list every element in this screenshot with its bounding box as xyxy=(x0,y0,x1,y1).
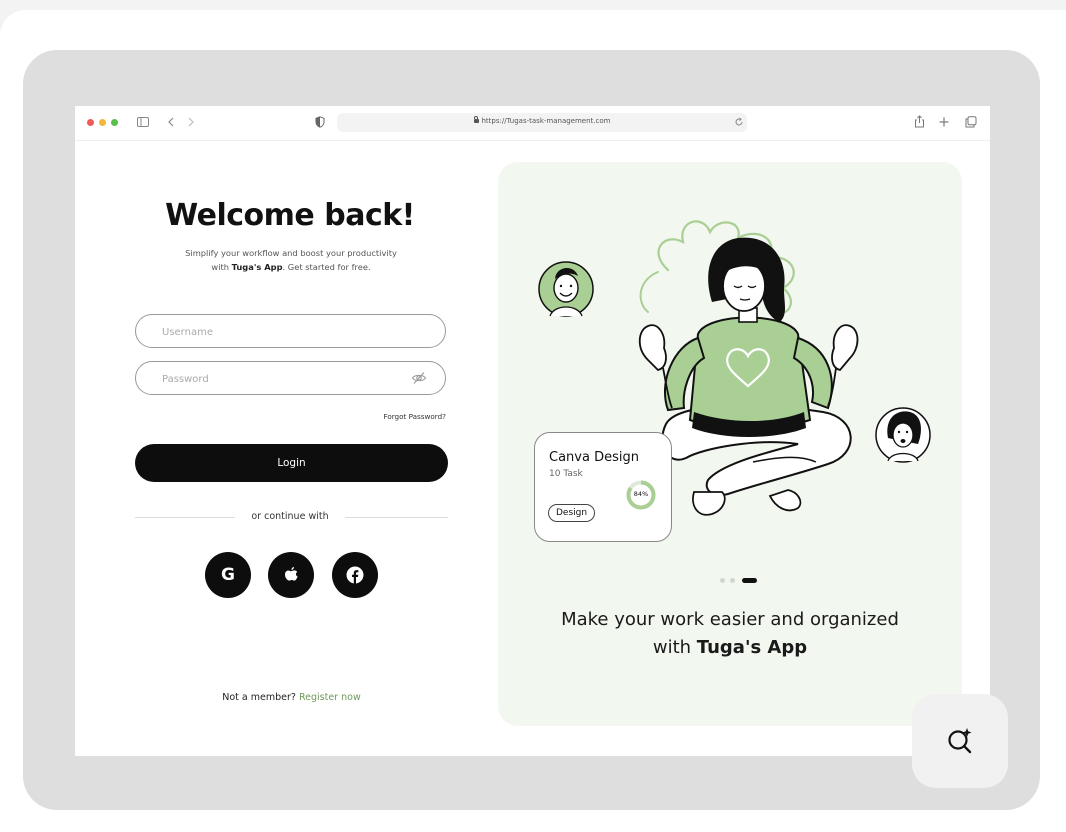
sparkle-search-icon xyxy=(948,728,972,754)
divider-right xyxy=(345,517,448,518)
address-bar[interactable]: https://Tugas-task-management.com xyxy=(337,113,747,132)
apple-icon xyxy=(285,567,298,581)
divider-text: or continue with xyxy=(251,511,329,522)
google-icon: G xyxy=(221,565,235,585)
browser-window: https://Tugas-task-management.com Welcom… xyxy=(75,106,990,756)
page-title: Welcome back! xyxy=(165,198,415,233)
subtitle-brand: Tuga's App xyxy=(231,262,283,272)
browser-toolbar: https://Tugas-task-management.com xyxy=(75,106,990,141)
progress-ring-label: 84% xyxy=(633,490,649,498)
avatar-woman-icon xyxy=(875,407,931,463)
username-input[interactable] xyxy=(160,323,414,341)
task-card-title: Canva Design xyxy=(549,450,639,465)
subtitle-prefix: with xyxy=(211,262,230,272)
task-card[interactable]: Canva Design 10 Task 84% Design xyxy=(534,432,672,542)
page-subtitle: Simplify your workflow and boost your pr… xyxy=(150,246,432,274)
maximize-window-dot[interactable] xyxy=(111,119,118,126)
shield-icon[interactable] xyxy=(315,116,325,128)
back-icon[interactable] xyxy=(167,117,175,127)
url-value: https://Tugas-task-management.com xyxy=(481,117,611,125)
forward-icon[interactable] xyxy=(187,117,195,127)
forgot-password-link[interactable]: Forgot Password? xyxy=(325,412,446,421)
tagline-brand: Tuga's App xyxy=(696,637,808,658)
assist-button[interactable] xyxy=(912,694,1008,788)
pager-dot-3-active[interactable] xyxy=(742,578,757,583)
subtitle-line-1: Simplify your workflow and boost your pr… xyxy=(185,248,397,258)
task-card-tag[interactable]: Design xyxy=(548,504,596,522)
pager-dot-2[interactable] xyxy=(730,578,735,583)
subtitle-suffix: . Get started for free. xyxy=(282,262,371,272)
register-row: Not a member? Register now xyxy=(135,692,448,703)
url-text: https://Tugas-task-management.com xyxy=(337,116,747,125)
close-window-dot[interactable] xyxy=(87,119,94,126)
google-login-button[interactable]: G xyxy=(205,552,251,598)
eye-off-icon[interactable] xyxy=(411,371,427,385)
register-prompt: Not a member? xyxy=(222,692,296,703)
tagline-prefix: with xyxy=(652,637,692,658)
sidebar-icon[interactable] xyxy=(137,117,149,127)
promo-tagline: Make your work easier and organized with… xyxy=(518,606,942,662)
task-card-count: 10 Task xyxy=(549,469,583,479)
meditating-woman-figure xyxy=(638,237,859,516)
login-button[interactable]: Login xyxy=(135,444,448,482)
share-icon[interactable] xyxy=(914,115,925,128)
tagline-line-1: Make your work easier and organized xyxy=(561,609,899,630)
minimize-window-dot[interactable] xyxy=(99,119,106,126)
facebook-icon xyxy=(346,566,364,584)
facebook-login-button[interactable] xyxy=(332,552,378,598)
new-tab-icon[interactable] xyxy=(939,117,949,127)
reload-icon[interactable] xyxy=(734,117,744,127)
promo-panel: Canva Design 10 Task 84% Design Make you… xyxy=(498,162,962,726)
apple-login-button[interactable] xyxy=(268,552,314,598)
avatar-man-icon xyxy=(538,261,594,317)
tabs-icon[interactable] xyxy=(965,116,977,128)
login-button-label: Login xyxy=(277,457,306,469)
register-link[interactable]: Register now xyxy=(299,692,361,703)
password-input[interactable] xyxy=(160,370,414,388)
password-field[interactable] xyxy=(135,361,446,395)
lock-icon xyxy=(473,116,479,123)
username-field[interactable] xyxy=(135,314,446,348)
pager-dot-1[interactable] xyxy=(720,578,725,583)
divider-left xyxy=(135,517,235,518)
